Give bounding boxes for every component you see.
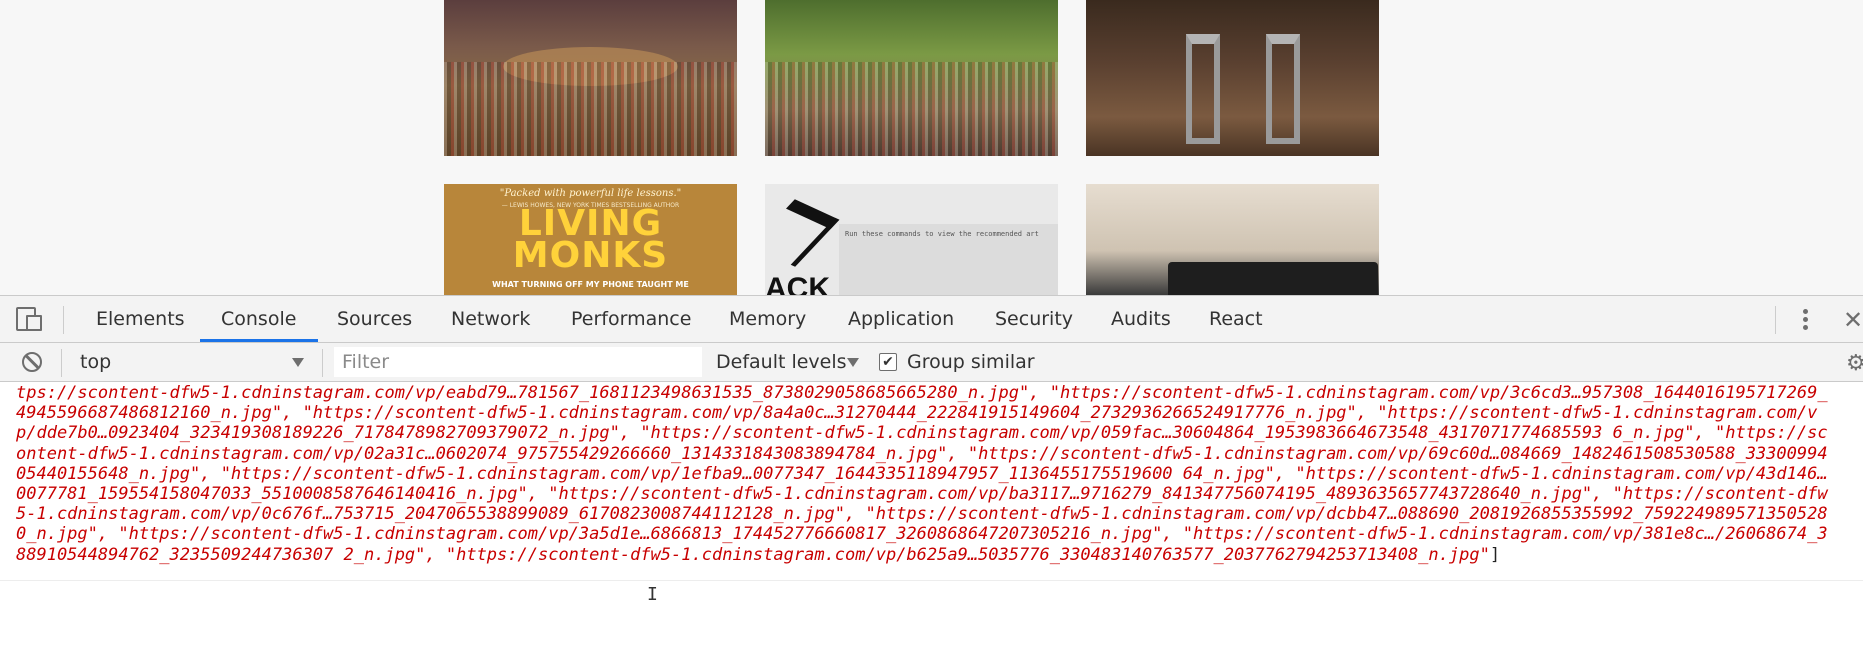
text-cursor-icon: I — [647, 584, 658, 605]
clear-console-icon[interactable] — [22, 352, 42, 372]
tab-security[interactable]: Security — [995, 296, 1073, 342]
group-similar-label[interactable]: Group similar — [907, 343, 1035, 381]
toolbar-separator — [61, 349, 62, 377]
array-close-bracket: ] — [1489, 544, 1501, 565]
laptop-shape — [1168, 262, 1378, 295]
devtools-tab-bar: Elements Console Sources Network Perform… — [0, 296, 1863, 343]
tab-memory[interactable]: Memory — [729, 296, 806, 342]
device-toggle-icon[interactable] — [16, 307, 44, 331]
tab-application[interactable]: Application — [848, 296, 954, 342]
logo-swoosh-icon — [765, 199, 840, 267]
console-log-entry[interactable]: tps://scontent-dfw5-1.cdninstagram.com/v… — [16, 383, 1831, 565]
console-output[interactable]: tps://scontent-dfw5-1.cdninstagram.com/v… — [0, 383, 1863, 656]
screen-text: Run these commands to view the recommend… — [839, 224, 1058, 295]
stool-shape — [1266, 34, 1300, 144]
console-log-text: tps://scontent-dfw5-1.cdninstagram.com/v… — [16, 383, 1828, 565]
photo-bar-stools[interactable] — [1086, 0, 1379, 156]
book-tagline: WHAT TURNING OFF MY PHONE TAUGHT ME — [492, 280, 689, 289]
book-quote: "Packed with powerful life lessons." — [499, 188, 682, 199]
tab-react[interactable]: React — [1209, 296, 1263, 342]
tab-separator — [63, 306, 64, 334]
group-similar-checkbox[interactable]: ✔ — [879, 353, 897, 371]
tab-elements[interactable]: Elements — [96, 296, 185, 342]
log-divider — [0, 580, 1863, 581]
web-page-viewport: "Packed with powerful life lessons." — L… — [0, 0, 1863, 295]
more-options-icon[interactable] — [1803, 309, 1809, 331]
photo-book-cover[interactable]: "Packed with powerful life lessons." — L… — [444, 184, 737, 295]
tab-network[interactable]: Network — [451, 296, 530, 342]
tab-audits[interactable]: Audits — [1111, 296, 1171, 342]
book-title: LIVING MONKS — [444, 206, 737, 276]
gear-icon[interactable]: ⚙ — [1846, 351, 1863, 376]
stool-shape — [1186, 34, 1220, 144]
tab-separator — [1775, 306, 1776, 334]
console-toolbar: top Default levels ✔ Group similar ⚙ — [0, 343, 1863, 382]
context-selector[interactable]: top — [80, 343, 111, 381]
tab-sources[interactable]: Sources — [337, 296, 412, 342]
logo-text: ACK — [765, 272, 830, 295]
stadium-crowd — [444, 62, 737, 156]
active-tab-indicator — [200, 339, 318, 342]
close-icon[interactable]: ✕ — [1843, 306, 1863, 334]
book-title-line2: MONKS — [512, 235, 669, 276]
photo-baseball-stadium-1[interactable] — [444, 0, 737, 156]
filter-input-box[interactable] — [334, 347, 702, 377]
devtools-panel: Elements Console Sources Network Perform… — [0, 295, 1863, 656]
photo-baseball-stadium-2[interactable] — [765, 0, 1058, 156]
tab-performance[interactable]: Performance — [571, 296, 691, 342]
chevron-down-icon[interactable] — [292, 358, 304, 367]
filter-input[interactable] — [334, 347, 702, 377]
stadium-crowd — [765, 62, 1058, 156]
tab-console[interactable]: Console — [221, 296, 296, 342]
photo-hack-screen[interactable]: ACK Run these commands to view the recom… — [765, 184, 1058, 295]
chevron-down-icon[interactable] — [847, 358, 859, 367]
log-levels-dropdown[interactable]: Default levels — [716, 343, 847, 381]
photo-laptop-desk[interactable] — [1086, 184, 1379, 295]
toolbar-separator — [322, 349, 323, 377]
